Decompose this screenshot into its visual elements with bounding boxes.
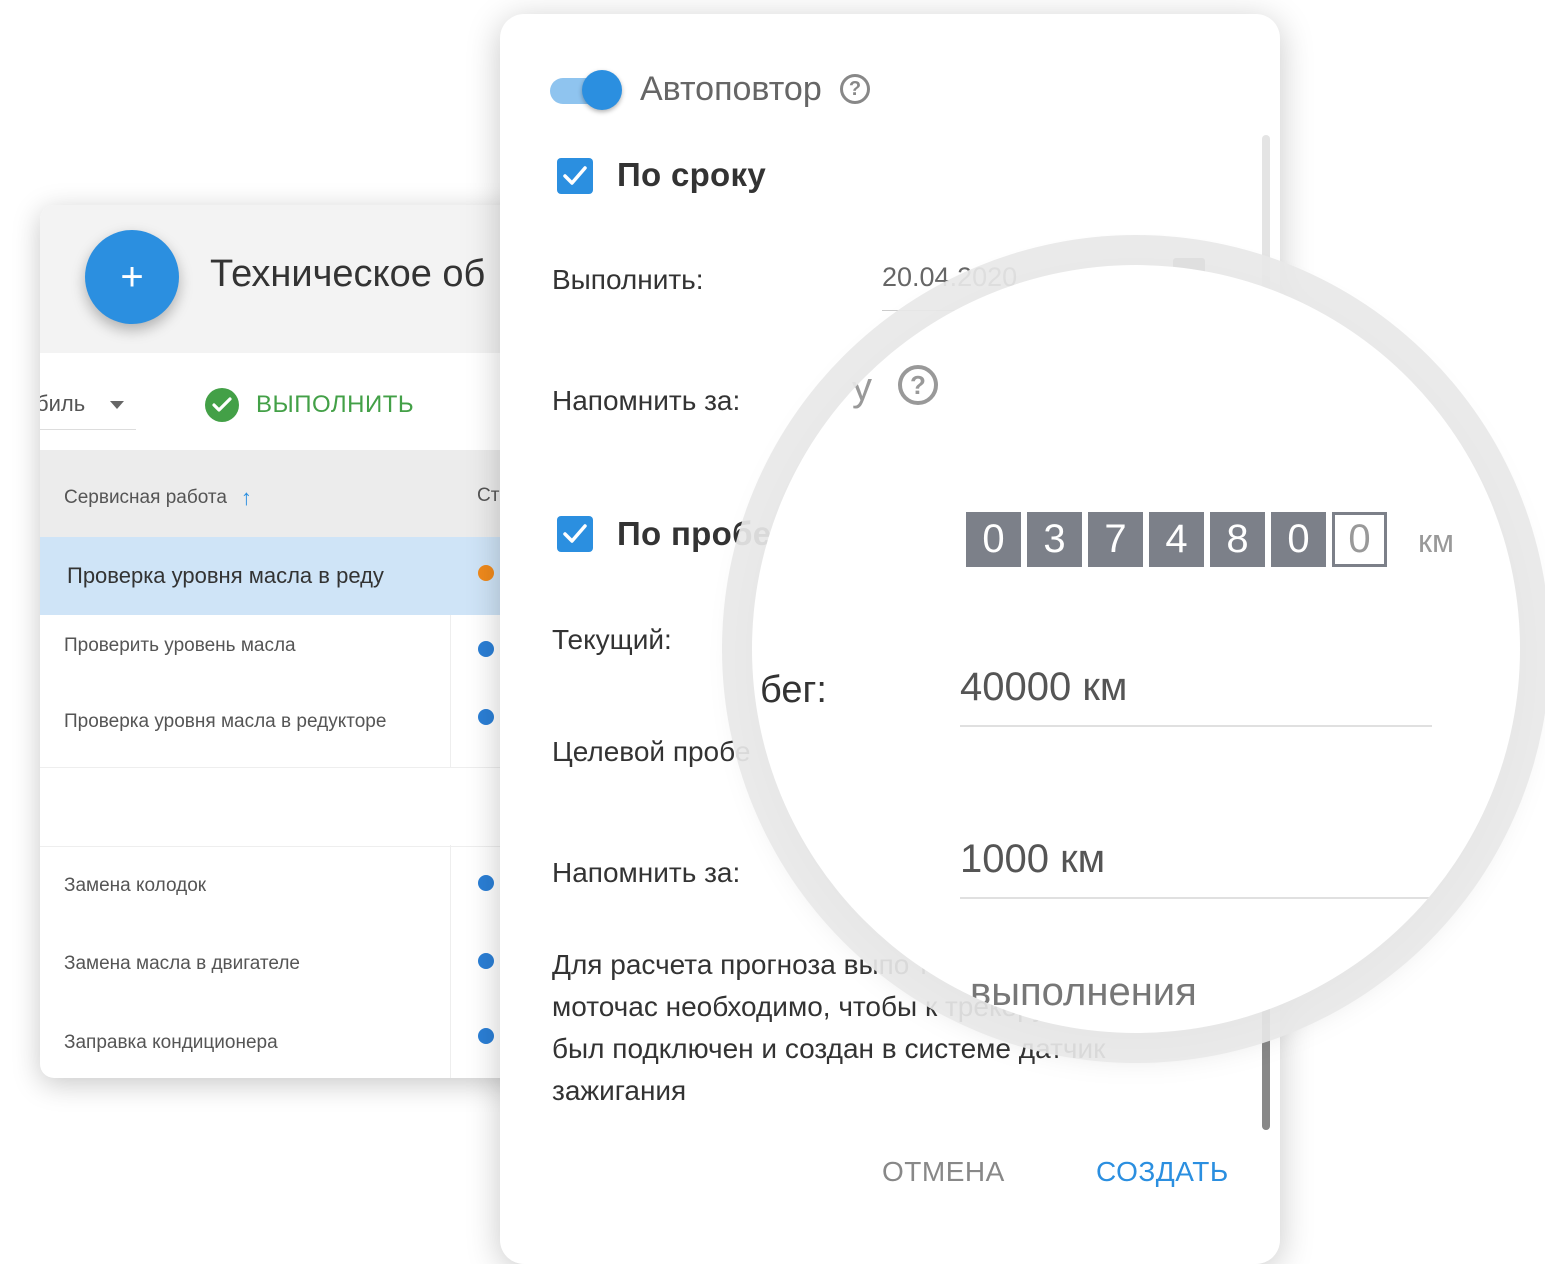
magnifier-lens: у ? 0 3 7 4 8 0 0 км бег: 40000 км 1000 …	[752, 265, 1520, 1033]
remind-mileage-input[interactable]: 1000 км	[960, 837, 1432, 899]
vehicle-filter-value: биль	[40, 391, 86, 416]
by-mileage-checkbox[interactable]	[557, 516, 593, 552]
odometer-digit: 3	[1027, 512, 1082, 567]
group-separator	[40, 767, 560, 847]
odometer-digit: 7	[1088, 512, 1143, 567]
scrollbar-thumb[interactable]	[1262, 1000, 1270, 1130]
odometer-unit: км	[1418, 523, 1454, 559]
column-header-service-work[interactable]: Сервисная работа ↑	[64, 485, 252, 511]
list-header: + Техническое об	[40, 205, 560, 353]
table-row[interactable]: Проверить уровень масла	[40, 615, 560, 691]
info-text-magnified: выполнения	[970, 970, 1197, 1014]
odometer-digit: 0	[1271, 512, 1326, 567]
arrow-up-icon: ↑	[240, 485, 252, 510]
remind-mileage-label: Напомнить за:	[552, 857, 741, 888]
service-work-name: Проверка уровня масла в реду	[67, 563, 384, 588]
autorepeat-toggle[interactable]	[550, 70, 622, 110]
column-header-status[interactable]: Ст	[477, 485, 499, 507]
checkbox-checked-icon	[563, 166, 587, 185]
status-dot	[478, 953, 494, 969]
service-work-name: Заправка кондиционера	[64, 1032, 278, 1053]
vehicle-filter-select[interactable]: биль	[40, 391, 136, 430]
remind-before-value-magnified: у	[852, 365, 872, 409]
help-circle-icon[interactable]: ?	[840, 74, 870, 104]
execute-button[interactable]: ВЫПОЛНИТЬ	[205, 388, 414, 422]
remind-before-label: Напомнить за:	[552, 385, 741, 416]
cancel-button[interactable]: ОТМЕНА	[882, 1156, 1005, 1188]
add-maintenance-button[interactable]: +	[85, 230, 179, 324]
odometer-digit: 4	[1149, 512, 1204, 567]
by-date-checkbox[interactable]	[557, 158, 593, 194]
checkbox-checked-icon	[563, 524, 587, 543]
table-header: Сервисная работа ↑ Ст	[40, 450, 560, 537]
target-mileage-label-magnified: бег:	[760, 669, 827, 711]
target-mileage-label: Целевой пробе	[552, 736, 751, 767]
plus-icon: +	[120, 255, 144, 299]
column-header-label: Сервисная работа	[64, 487, 227, 508]
service-work-name: Проверить уровень масла	[64, 635, 296, 656]
service-work-name: Замена колодок	[64, 875, 207, 896]
by-mileage-label: По пробе	[617, 515, 772, 552]
table-row[interactable]: Замена колодок	[40, 845, 560, 923]
by-date-label: По сроку	[617, 156, 766, 193]
help-circle-icon: ?	[898, 365, 938, 405]
status-dot	[478, 709, 494, 725]
chevron-down-icon	[110, 401, 124, 409]
service-work-name: Проверка уровня масла в редукторе	[64, 711, 387, 732]
table-row[interactable]: Замена масла в двигателе	[40, 923, 560, 1001]
odometer-digit: 0	[1332, 512, 1387, 567]
autorepeat-label: Автоповтор	[640, 70, 822, 108]
current-mileage-odometer: 0 3 7 4 8 0 0	[966, 512, 1393, 567]
table-row[interactable]: Заправка кондиционера	[40, 1001, 560, 1078]
table-row-selected[interactable]: Проверка уровня масла в реду	[40, 537, 560, 615]
service-work-name: Замена масла в двигателе	[64, 953, 300, 974]
odometer-digit: 8	[1210, 512, 1265, 567]
execute-button-label: ВЫПОЛНИТЬ	[256, 391, 415, 418]
current-mileage-label: Текущий:	[552, 624, 672, 655]
create-button[interactable]: СОЗДАТЬ	[1096, 1156, 1229, 1188]
status-dot	[478, 875, 494, 891]
check-circle-icon	[205, 388, 239, 422]
page-title: Техническое об	[210, 253, 486, 295]
list-toolbar: биль ВЫПОЛНИТЬ	[40, 353, 560, 450]
status-dot	[478, 1028, 494, 1044]
table-row[interactable]: Проверка уровня масла в редукторе	[40, 691, 560, 767]
maintenance-list-window: + Техническое об биль ВЫПОЛНИТЬ Сервисна…	[40, 205, 560, 1078]
status-dot	[478, 641, 494, 657]
target-mileage-input[interactable]: 40000 км	[960, 665, 1432, 727]
execute-date-label: Выполнить:	[552, 264, 704, 295]
status-dot	[478, 565, 494, 581]
toggle-knob	[582, 70, 622, 110]
odometer-digit: 0	[966, 512, 1021, 567]
